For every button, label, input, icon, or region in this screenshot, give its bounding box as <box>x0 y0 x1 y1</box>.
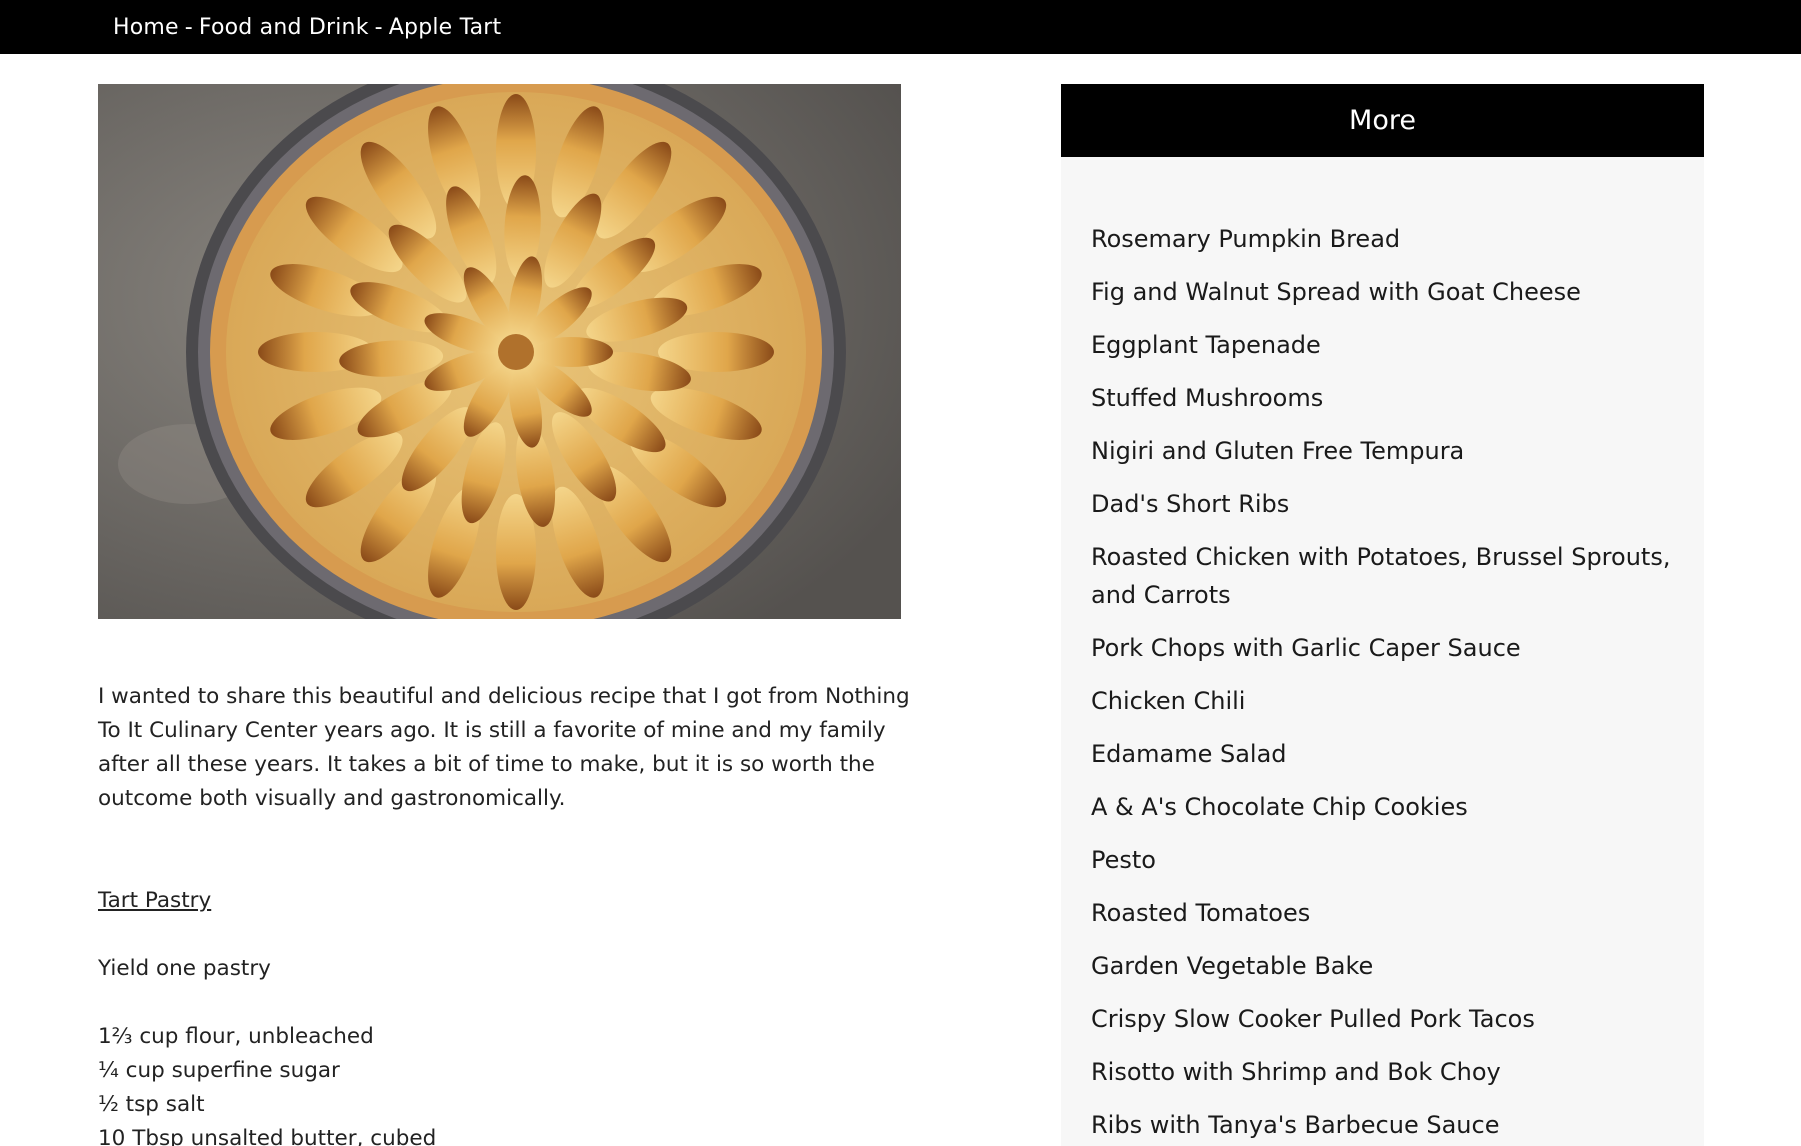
sidebar-link-chocolate-chip-cookies[interactable]: A & A's Chocolate Chip Cookies <box>1091 788 1674 826</box>
sidebar-link-garden-vegetable-bake[interactable]: Garden Vegetable Bake <box>1091 947 1674 985</box>
ingredient-item: ¼ cup superfine sugar <box>98 1058 340 1083</box>
sidebar-link-rosemary-pumpkin-bread[interactable]: Rosemary Pumpkin Bread <box>1091 220 1674 258</box>
sidebar-link-fig-walnut-spread[interactable]: Fig and Walnut Spread with Goat Cheese <box>1091 273 1674 311</box>
more-recipes-sidebar: More Rosemary Pumpkin Bread Fig and Waln… <box>1061 84 1704 1146</box>
ingredient-item: 1⅔ cup flour, unbleached <box>98 1024 374 1049</box>
breadcrumb-separator: - <box>374 14 383 40</box>
ingredient-item: 10 Tbsp unsalted butter, cubed <box>98 1126 437 1146</box>
sidebar-link-pulled-pork-tacos[interactable]: Crispy Slow Cooker Pulled Pork Tacos <box>1091 1000 1674 1038</box>
sidebar-link-pork-chops[interactable]: Pork Chops with Garlic Caper Sauce <box>1091 629 1674 667</box>
sidebar-link-shrimp-risotto[interactable]: Risotto with Shrimp and Bok Choy <box>1091 1053 1674 1091</box>
ingredient-item: ½ tsp salt <box>98 1092 205 1117</box>
recipe-intro: I wanted to share this beautiful and del… <box>98 684 910 811</box>
sidebar-link-short-ribs[interactable]: Dad's Short Ribs <box>1091 485 1674 523</box>
breadcrumb-category[interactable]: Food and Drink <box>199 15 369 40</box>
apple-tart-photo <box>98 84 901 619</box>
sidebar-link-roasted-chicken[interactable]: Roasted Chicken with Potatoes, Brussel S… <box>1091 538 1674 614</box>
sidebar-link-chicken-chili[interactable]: Chicken Chili <box>1091 682 1674 720</box>
sidebar-link-eggplant-tapenade[interactable]: Eggplant Tapenade <box>1091 326 1674 364</box>
sidebar-link-roasted-tomatoes[interactable]: Roasted Tomatoes <box>1091 894 1674 932</box>
recipe-yield: Yield one pastry <box>98 956 271 981</box>
sidebar-link-stuffed-mushrooms[interactable]: Stuffed Mushrooms <box>1091 379 1674 417</box>
breadcrumb-separator: - <box>184 14 193 40</box>
recipe-article: I wanted to share this beautiful and del… <box>98 680 918 1146</box>
breadcrumb-bar: Home - Food and Drink - Apple Tart <box>0 0 1801 54</box>
sidebar-link-pesto[interactable]: Pesto <box>1091 841 1674 879</box>
more-recipes-list: Rosemary Pumpkin Bread Fig and Walnut Sp… <box>1061 84 1704 1146</box>
sidebar-link-barbecue-ribs[interactable]: Ribs with Tanya's Barbecue Sauce <box>1091 1106 1674 1144</box>
sidebar-link-edamame-salad[interactable]: Edamame Salad <box>1091 735 1674 773</box>
section-heading-tart-pastry: Tart Pastry <box>98 888 212 913</box>
breadcrumb-current: Apple Tart <box>388 14 502 40</box>
sidebar-link-nigiri-tempura[interactable]: Nigiri and Gluten Free Tempura <box>1091 432 1674 470</box>
breadcrumb-home[interactable]: Home <box>113 15 179 40</box>
tart-image <box>98 84 901 619</box>
